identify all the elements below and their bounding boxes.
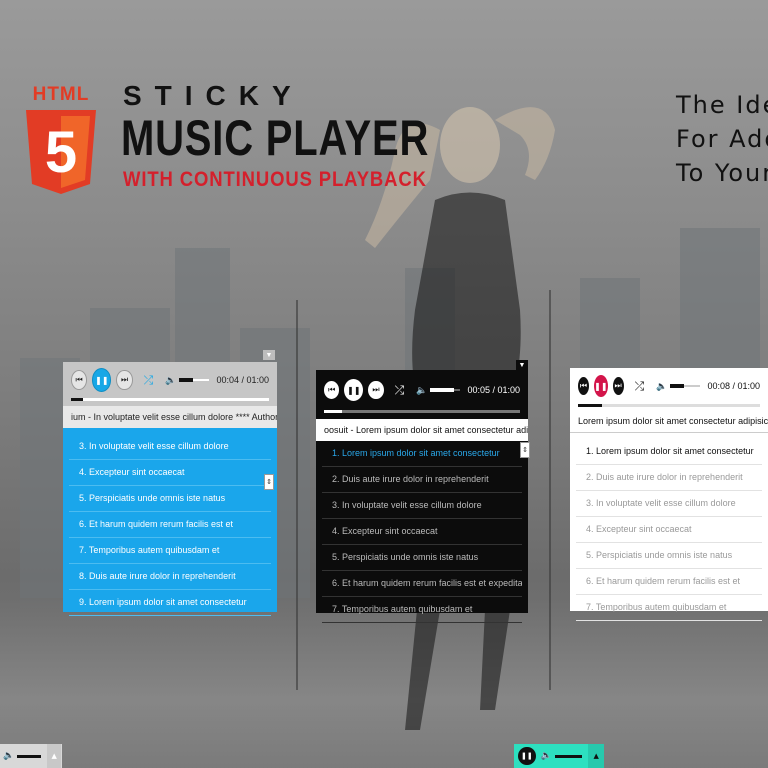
playlist-item[interactable]: 1. Lorem ipsum dolor sit amet consectetu… bbox=[322, 441, 522, 467]
music-player-blue: ▼ ⏮ ❚❚ ⏭ ⤮ 🔈 00:04 / 01:00 ium - In volu… bbox=[63, 350, 277, 618]
pause-icon[interactable]: ❚❚ bbox=[92, 368, 112, 392]
player-controls: ⏮ ❚❚ ⏭ ⤮ 🔈 00:08 / 01:00 Lorem ipsum dol… bbox=[570, 368, 768, 433]
volume-icon[interactable]: 🔈 bbox=[656, 381, 667, 392]
volume-fill bbox=[430, 388, 455, 392]
now-playing-ticker: ium - In voluptate velit esse cillum dol… bbox=[63, 406, 277, 428]
shuffle-icon[interactable]: ⤮ bbox=[395, 383, 405, 398]
shuffle-icon[interactable]: ⤮ bbox=[144, 373, 154, 388]
playlist: 1. Lorem ipsum dolor sit amet consectetu… bbox=[570, 433, 768, 621]
skip-previous-icon[interactable]: ⏮ bbox=[578, 377, 590, 395]
playlist-item[interactable]: 9. Lorem ipsum dolor sit amet consectetu… bbox=[69, 590, 271, 616]
volume-icon[interactable]: 🔈 bbox=[416, 385, 427, 396]
skip-next-icon[interactable]: ⏭ bbox=[612, 377, 624, 395]
volume-fill bbox=[179, 378, 193, 382]
progress-bar[interactable] bbox=[324, 410, 520, 413]
playlist-item[interactable]: 4. Excepteur sint occaecat bbox=[69, 460, 271, 486]
shuffle-icon[interactable]: ⤮ bbox=[635, 379, 645, 394]
playlist-item[interactable]: 7. Temporibus autem quibusdam et bbox=[322, 597, 522, 623]
playlist: 3. In voluptate velit esse cillum dolore… bbox=[63, 428, 277, 616]
volume-icon[interactable]: 🔈 bbox=[541, 751, 552, 761]
playlist-item[interactable]: 7. Temporibus autem quibusdam et bbox=[69, 538, 271, 564]
progress-bar[interactable] bbox=[578, 404, 760, 407]
title-music-player: MUSIC PLAYER bbox=[121, 110, 430, 166]
playlist-item[interactable]: 4. Excepteur sint occaecat bbox=[322, 519, 522, 545]
sticky-bar-teal: ❚❚ 🔈 ▲ bbox=[514, 744, 604, 768]
playlist-item[interactable]: 4. Excepteur sint occaecat bbox=[576, 517, 762, 543]
pause-icon[interactable]: ❚❚ bbox=[344, 379, 364, 401]
volume-slider[interactable] bbox=[430, 388, 461, 392]
skip-previous-icon[interactable]: ⏮ bbox=[71, 370, 88, 390]
progress-fill bbox=[578, 404, 602, 407]
divider bbox=[549, 290, 551, 690]
collapse-toggle-button[interactable]: ▼ bbox=[263, 350, 275, 360]
pause-icon[interactable]: ❚❚ bbox=[518, 747, 536, 765]
expand-toggle-button[interactable]: ▲ bbox=[47, 744, 62, 768]
logo-number: 5 bbox=[45, 120, 77, 185]
volume-icon[interactable]: 🔈 bbox=[3, 751, 14, 761]
collapse-toggle-button[interactable]: ▼ bbox=[516, 360, 528, 370]
playlist-item[interactable]: 7. Temporibus autem quibusdam et bbox=[576, 595, 762, 621]
playlist-item[interactable]: 3. In voluptate velit esse cillum dolore bbox=[69, 434, 271, 460]
html-logo-label: HTML bbox=[32, 84, 90, 105]
progress-bar[interactable] bbox=[71, 398, 269, 401]
playlist-item[interactable]: 6. Et harum quidem rerum facilis est et bbox=[576, 569, 762, 595]
tagline: The Ide For Add To Your bbox=[676, 88, 768, 190]
playlist-item[interactable]: 3. In voluptate velit esse cillum dolore bbox=[322, 493, 522, 519]
time-display: 00:04 / 01:00 bbox=[216, 375, 269, 385]
skip-next-icon[interactable]: ⏭ bbox=[116, 370, 133, 390]
tagline-line: For Add bbox=[676, 125, 768, 153]
playlist-item[interactable]: 1. Lorem ipsum dolor sit amet consectetu… bbox=[576, 439, 762, 465]
playlist-item[interactable]: 5. Perspiciatis unde omnis iste natus bbox=[69, 486, 271, 512]
now-playing-ticker: oosuit - Lorem ipsum dolor sit amet cons… bbox=[316, 419, 528, 441]
progress-fill bbox=[71, 398, 83, 401]
playlist-item[interactable]: 3. In voluptate velit esse cillum dolore bbox=[576, 491, 762, 517]
playlist-item[interactable]: 2. Duis aute irure dolor in reprehenderi… bbox=[322, 467, 522, 493]
playlist-item[interactable]: 2. Duis aute irure dolor in reprehenderi… bbox=[576, 465, 762, 491]
tagline-line: The Ide bbox=[676, 91, 768, 119]
html5-shield-icon: 5 bbox=[26, 110, 96, 194]
music-player-black: ▼ ⏮ ❚❚ ⏭ ⤮ 🔈 00:05 / 01:00 oosuit - Lore… bbox=[316, 360, 530, 623]
title-subtitle: WITH CONTINUOUS PLAYBACK bbox=[123, 168, 427, 191]
playlist-item[interactable]: 6. Et harum quidem rerum facilis est et bbox=[69, 512, 271, 538]
music-player-white: ⏮ ❚❚ ⏭ ⤮ 🔈 00:08 / 01:00 Lorem ipsum dol… bbox=[570, 368, 768, 621]
now-playing-ticker: Lorem ipsum dolor sit amet consectetur a… bbox=[570, 410, 768, 433]
expand-toggle-button[interactable]: ▲ bbox=[588, 744, 604, 768]
player-controls: ⏮ ❚❚ ⏭ ⤮ 🔈 00:05 / 01:00 oosuit - Lorem … bbox=[316, 370, 528, 441]
time-display: 00:08 / 01:00 bbox=[707, 381, 761, 391]
playlist-item[interactable]: 5. Perspiciatis unde omnis iste natus bbox=[576, 543, 762, 569]
skip-next-icon[interactable]: ⏭ bbox=[368, 381, 384, 399]
volume-slider[interactable] bbox=[670, 384, 701, 388]
volume-fill bbox=[670, 384, 684, 388]
volume-slider[interactable] bbox=[554, 754, 583, 758]
skip-previous-icon[interactable]: ⏮ bbox=[324, 381, 340, 399]
progress-fill bbox=[324, 410, 342, 413]
playlist-item[interactable]: 6. Et harum quidem rerum facilis est et … bbox=[322, 571, 522, 597]
playlist: 1. Lorem ipsum dolor sit amet consectetu… bbox=[316, 441, 528, 623]
volume-slider[interactable] bbox=[179, 378, 210, 382]
pause-icon[interactable]: ❚❚ bbox=[594, 375, 608, 397]
volume-icon[interactable]: 🔈 bbox=[165, 375, 176, 386]
title-sticky: STICKY bbox=[123, 80, 304, 111]
playlist-item[interactable]: 8. Duis aute irure dolor in reprehenderi… bbox=[69, 564, 271, 590]
tagline-line: To Your bbox=[676, 159, 768, 187]
time-display: 00:05 / 01:00 bbox=[467, 385, 521, 395]
sticky-bar-collapsed: 🔈 ▲ bbox=[0, 744, 62, 768]
divider bbox=[296, 300, 298, 690]
playlist-item[interactable]: 5. Perspiciatis unde omnis iste natus bbox=[322, 545, 522, 571]
volume-slider[interactable] bbox=[17, 754, 42, 758]
scrollbar-handle[interactable]: ⇕ bbox=[520, 442, 530, 458]
scrollbar-handle[interactable]: ⇕ bbox=[264, 474, 274, 490]
player-controls: ⏮ ❚❚ ⏭ ⤮ 🔈 00:04 / 01:00 ium - In volupt… bbox=[63, 362, 277, 428]
